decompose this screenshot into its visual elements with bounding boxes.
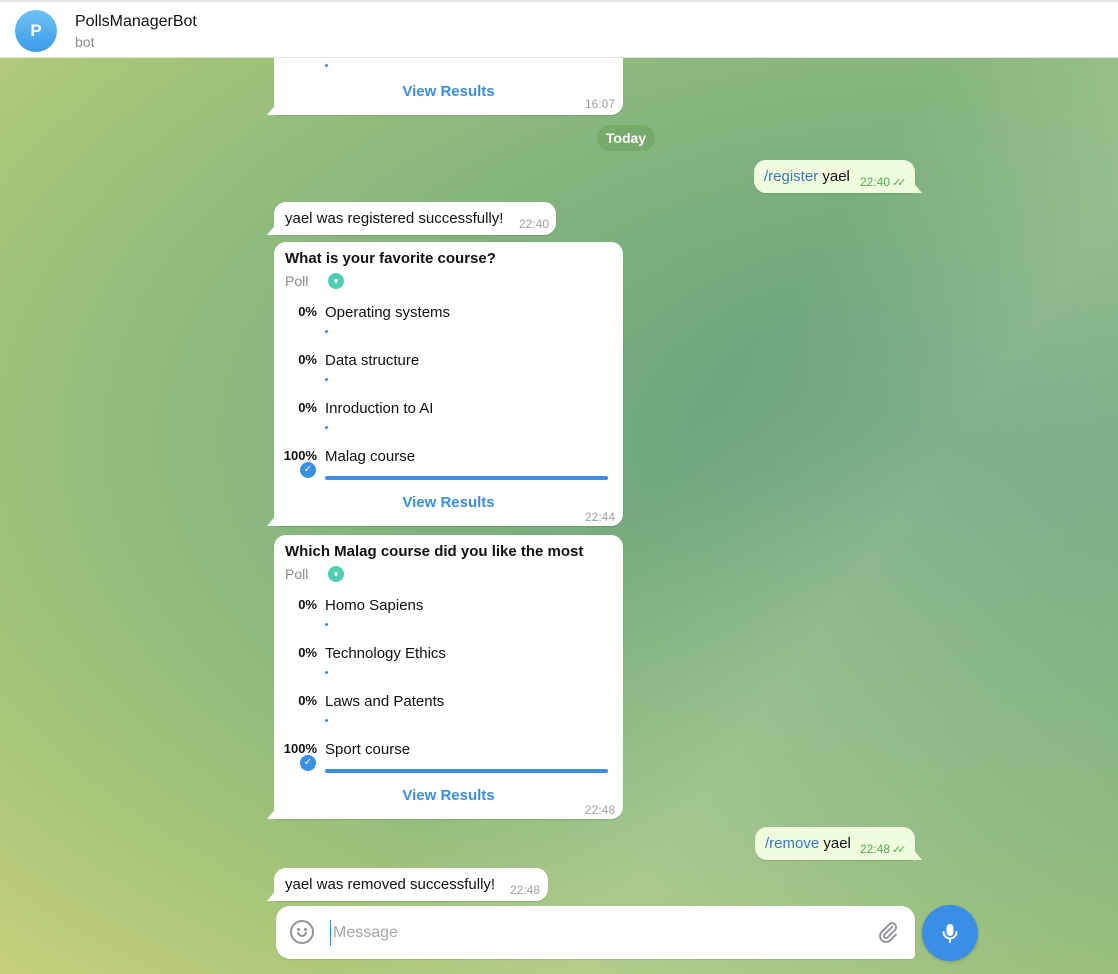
message-time-value: 22:48 xyxy=(860,842,891,856)
poll-option[interactable]: 0% Data structure xyxy=(274,352,623,400)
message-input[interactable] xyxy=(330,920,855,946)
chat-subtitle: bot xyxy=(75,34,95,50)
view-results-button[interactable]: View Results xyxy=(274,787,623,804)
date-separator: Today xyxy=(597,125,655,151)
avatar[interactable]: P xyxy=(15,10,57,52)
poll-type-label: Poll xyxy=(285,566,309,582)
poll-option-percent: 0% xyxy=(298,645,317,660)
poll-option[interactable]: 0% Technology Ethics xyxy=(274,645,623,693)
message-text: /remove yael xyxy=(765,835,851,852)
incoming-message: yael was registered successfully! 22:40 xyxy=(274,202,556,235)
poll-option-bar xyxy=(325,671,328,674)
message-time-value: 22:40 xyxy=(860,175,891,189)
poll-option-label: Inroduction to AI xyxy=(325,400,434,417)
poll-option-percent: 0% xyxy=(298,304,317,319)
message-time: 22:44 xyxy=(584,510,615,524)
voice-message-button[interactable] xyxy=(922,905,978,961)
poll-option-percent: 100% xyxy=(283,448,317,463)
message-time: 22:48 ✓✓ xyxy=(860,842,907,856)
message-composer xyxy=(276,906,915,959)
poll-option-label: Sport course xyxy=(325,741,411,758)
poll-option-bar xyxy=(325,719,328,722)
message-time: 22:48 xyxy=(584,803,615,817)
bot-command-link[interactable]: /remove xyxy=(765,835,819,852)
message-text: yael was registered successfully! xyxy=(285,210,504,227)
poll-option-bar xyxy=(325,476,608,480)
poll-option[interactable]: 100% Malag course ✓ xyxy=(274,448,623,496)
view-results-button[interactable]: View Results xyxy=(274,83,623,100)
poll-option-label: Malag course xyxy=(325,448,416,465)
microphone-icon xyxy=(942,924,958,943)
poll-question: What is your favorite course? xyxy=(285,250,496,267)
poll-option-label: Operating systems xyxy=(325,304,451,321)
message-time: 22:48 xyxy=(510,883,541,897)
voters-avatar-icon: ▾ xyxy=(328,566,344,582)
poll-option-bar xyxy=(325,378,328,381)
smile-icon[interactable] xyxy=(290,920,314,944)
view-results-button[interactable]: View Results xyxy=(274,494,623,511)
poll-option-percent: 0% xyxy=(298,400,317,415)
poll-option-percent: 100% xyxy=(283,741,317,756)
chat-header[interactable]: P PollsManagerBot bot xyxy=(0,0,1118,58)
poll-option-percent: 0% xyxy=(298,693,317,708)
poll-type-label: Poll xyxy=(285,273,309,289)
double-check-icon: ✓✓ xyxy=(892,177,907,189)
poll-option[interactable]: 0% Operating systems xyxy=(274,304,623,352)
poll-option-bar xyxy=(325,769,608,773)
message-time: 22:40 ✓✓ xyxy=(860,175,907,189)
poll-option[interactable]: 0% Laws and Patents xyxy=(274,693,623,741)
message-text: /register yael xyxy=(764,168,850,185)
check-icon: ✓ xyxy=(300,755,316,771)
double-check-icon: ✓✓ xyxy=(892,844,907,856)
poll-option-label: Laws and Patents xyxy=(325,693,445,710)
message-time: 22:40 xyxy=(519,217,550,231)
outgoing-message: /register yael 22:40 ✓✓ xyxy=(754,160,915,193)
bot-command-link[interactable]: /register xyxy=(764,168,818,185)
poll-option-percent: 0% xyxy=(298,352,317,367)
message-time: 16:07 xyxy=(584,97,615,111)
check-icon: ✓ xyxy=(300,462,316,478)
poll-question: Which Malag course did you like the most xyxy=(285,543,584,560)
poll-option-percent: 0% xyxy=(298,597,317,612)
poll-message: What is your favorite course? Poll ▾ 0% … xyxy=(274,242,623,526)
poll-option-label: Homo Sapiens xyxy=(325,597,424,614)
voters-avatar-icon: ▾ xyxy=(328,273,344,289)
poll-option[interactable]: 0% Homo Sapiens xyxy=(274,597,623,645)
poll-message: Which Malag course did you like the most… xyxy=(274,535,623,819)
poll-option-label: Technology Ethics xyxy=(325,645,446,662)
message-text: yael was removed successfully! xyxy=(285,876,496,893)
chat-title[interactable]: PollsManagerBot xyxy=(75,13,197,31)
poll-option-label: Data structure xyxy=(325,352,420,369)
poll-option-bar xyxy=(325,426,328,429)
outgoing-message: /remove yael 22:48 ✓✓ xyxy=(755,827,915,860)
incoming-message: yael was removed successfully! 22:48 xyxy=(274,868,548,901)
poll-option-bar xyxy=(325,64,328,67)
poll-option-bar xyxy=(325,330,328,333)
command-argument: yael xyxy=(822,168,850,185)
poll-option-bar xyxy=(325,623,328,626)
command-argument: yael xyxy=(823,835,851,852)
paperclip-icon[interactable] xyxy=(876,920,900,944)
poll-option[interactable]: 0% Inroduction to AI xyxy=(274,400,623,448)
poll-option[interactable]: 100% Sport course ✓ xyxy=(274,741,623,789)
